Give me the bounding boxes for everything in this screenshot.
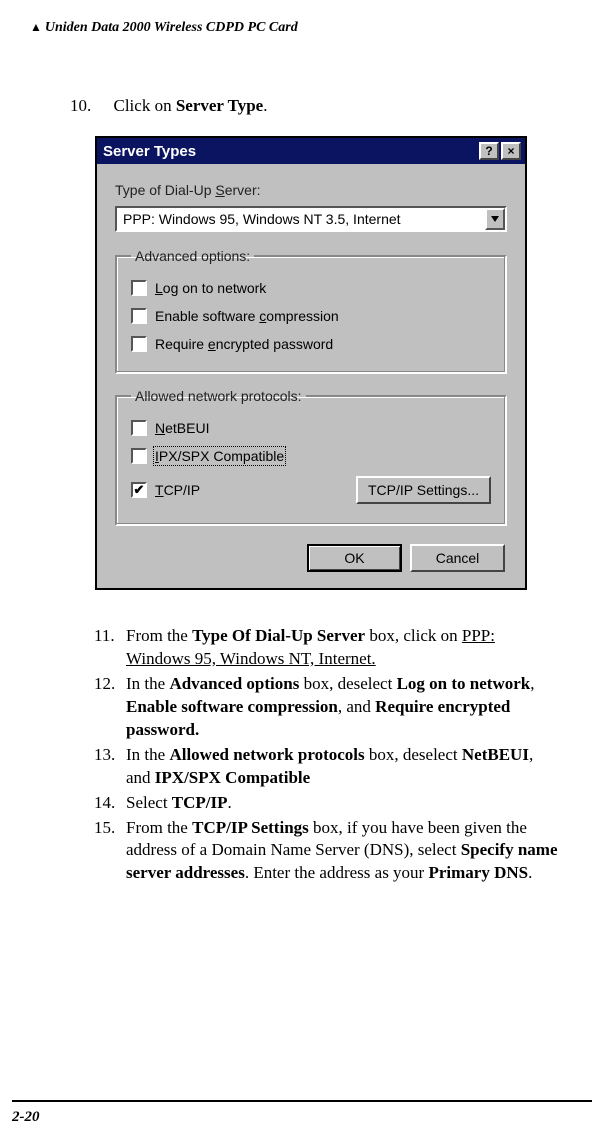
page-number: 2-20 — [12, 1109, 40, 1126]
footer-rule — [12, 1100, 592, 1102]
label-text: CP/IP — [164, 482, 201, 498]
step-text: From the TCP/IP Settings box, if you hav… — [126, 817, 564, 886]
text: From the — [126, 626, 192, 645]
server-types-dialog: Server Types ? × Type of Dial-Up Server:… — [95, 136, 527, 590]
log-on-label: Log on to network — [155, 280, 266, 296]
text: box, click on — [365, 626, 462, 645]
enable-compression-row: Enable software compression — [131, 302, 491, 330]
netbeui-checkbox[interactable] — [131, 420, 147, 436]
tcpip-row: ✔ TCP/IP TCP/IP Settings... — [131, 470, 491, 510]
text-bold: NetBEUI — [462, 745, 529, 764]
step-10-text-bold: Server Type — [176, 96, 263, 115]
text: From the — [126, 818, 192, 837]
doc-header: Uniden Data 2000 Wireless CDPD PC Card — [30, 20, 574, 36]
ok-button[interactable]: OK — [307, 544, 402, 572]
text: , and — [338, 697, 375, 716]
label-text: etBEUI — [165, 420, 209, 436]
label-text: ncrypted password — [216, 336, 334, 352]
enable-compression-checkbox[interactable] — [131, 308, 147, 324]
step-11: 11. From the Type Of Dial-Up Server box,… — [94, 625, 564, 671]
text-bold: Log on to network — [397, 674, 531, 693]
text-bold: TCP/IP Settings — [192, 818, 309, 837]
ipx-checkbox[interactable] — [131, 448, 147, 464]
enable-compression-label: Enable software compression — [155, 308, 339, 324]
mnemonic: N — [155, 420, 165, 436]
netbeui-label: NetBEUI — [155, 420, 209, 436]
label-text: erver: — [225, 182, 261, 198]
step-text: In the Advanced options box, deselect Lo… — [126, 673, 564, 742]
mnemonic: T — [155, 482, 164, 498]
label-text: Require — [155, 336, 208, 352]
encrypted-password-row: Require encrypted password — [131, 330, 491, 358]
text-bold: Allowed network protocols — [169, 745, 364, 764]
step-12: 12. In the Advanced options box, deselec… — [94, 673, 564, 742]
dialog-titlebar: Server Types ? × — [97, 138, 525, 164]
allowed-protocols-legend: Allowed network protocols: — [131, 388, 306, 404]
label-text: og on to network — [163, 280, 267, 296]
text-bold: Enable software compression — [126, 697, 338, 716]
label-text: PX/SPX Compatible — [159, 448, 284, 464]
tcpip-checkbox[interactable]: ✔ — [131, 482, 147, 498]
text-bold: IPX/SPX Compatible — [155, 768, 310, 787]
step-10-number: 10. — [70, 96, 109, 115]
help-icon[interactable]: ? — [479, 142, 499, 160]
cancel-button[interactable]: Cancel — [410, 544, 505, 572]
netbeui-row: NetBEUI — [131, 414, 491, 442]
label-text: Type of Dial-Up — [115, 182, 215, 198]
text-bold: Type Of Dial-Up Server — [192, 626, 365, 645]
mnemonic: L — [155, 280, 163, 296]
server-type-input[interactable] — [117, 208, 485, 230]
text: box, deselect — [365, 745, 462, 764]
label-mnemonic: S — [215, 182, 224, 198]
chevron-down-icon[interactable] — [485, 208, 505, 230]
mnemonic: e — [208, 336, 216, 352]
tcpip-settings-button[interactable]: TCP/IP Settings... — [356, 476, 491, 504]
dialog-button-row: OK Cancel — [115, 540, 507, 576]
text-bold: Primary DNS — [428, 863, 528, 882]
step-number: 14. — [94, 792, 126, 815]
step-text: Select TCP/IP. — [126, 792, 564, 815]
step-number: 11. — [94, 625, 126, 671]
step-14: 14. Select TCP/IP. — [94, 792, 564, 815]
step-10-text-suffix: . — [263, 96, 267, 115]
text: . — [528, 863, 532, 882]
server-type-select[interactable] — [115, 206, 507, 232]
ipx-row: IPX/SPX Compatible — [131, 442, 491, 470]
step-number: 12. — [94, 673, 126, 742]
close-icon[interactable]: × — [501, 142, 521, 160]
text: Select — [126, 793, 172, 812]
text: In the — [126, 674, 169, 693]
ipx-label: IPX/SPX Compatible — [155, 448, 284, 464]
step-10: 10. Click on Server Type. — [70, 96, 574, 116]
step-number: 13. — [94, 744, 126, 790]
step-number: 15. — [94, 817, 126, 886]
advanced-options-legend: Advanced options: — [131, 248, 254, 264]
text: In the — [126, 745, 169, 764]
encrypted-password-label: Require encrypted password — [155, 336, 333, 352]
label-text: Enable software — [155, 308, 259, 324]
encrypted-password-checkbox[interactable] — [131, 336, 147, 352]
dialog-title: Server Types — [103, 143, 477, 160]
text-bold: TCP/IP — [172, 793, 228, 812]
label-text: ompression — [266, 308, 338, 324]
text: . Enter the address as your — [245, 863, 429, 882]
text: box, deselect — [299, 674, 396, 693]
text-bold: Advanced options — [169, 674, 299, 693]
step-13: 13. In the Allowed network protocols box… — [94, 744, 564, 790]
log-on-checkbox[interactable] — [131, 280, 147, 296]
step-10-text-prefix: Click on — [114, 96, 176, 115]
step-15: 15. From the TCP/IP Settings box, if you… — [94, 817, 564, 886]
type-of-server-label: Type of Dial-Up Server: — [115, 182, 507, 198]
allowed-protocols-group: Allowed network protocols: NetBEUI IPX/S… — [115, 388, 507, 526]
dialog-body: Type of Dial-Up Server: Advanced options… — [97, 164, 525, 588]
step-text: From the Type Of Dial-Up Server box, cli… — [126, 625, 564, 671]
step-list: 11. From the Type Of Dial-Up Server box,… — [94, 625, 564, 885]
step-text: In the Allowed network protocols box, de… — [126, 744, 564, 790]
text: , — [530, 674, 534, 693]
text: . — [228, 793, 232, 812]
tcpip-label: TCP/IP — [155, 482, 200, 498]
log-on-row: Log on to network — [131, 274, 491, 302]
advanced-options-group: Advanced options: Log on to network Enab… — [115, 248, 507, 374]
